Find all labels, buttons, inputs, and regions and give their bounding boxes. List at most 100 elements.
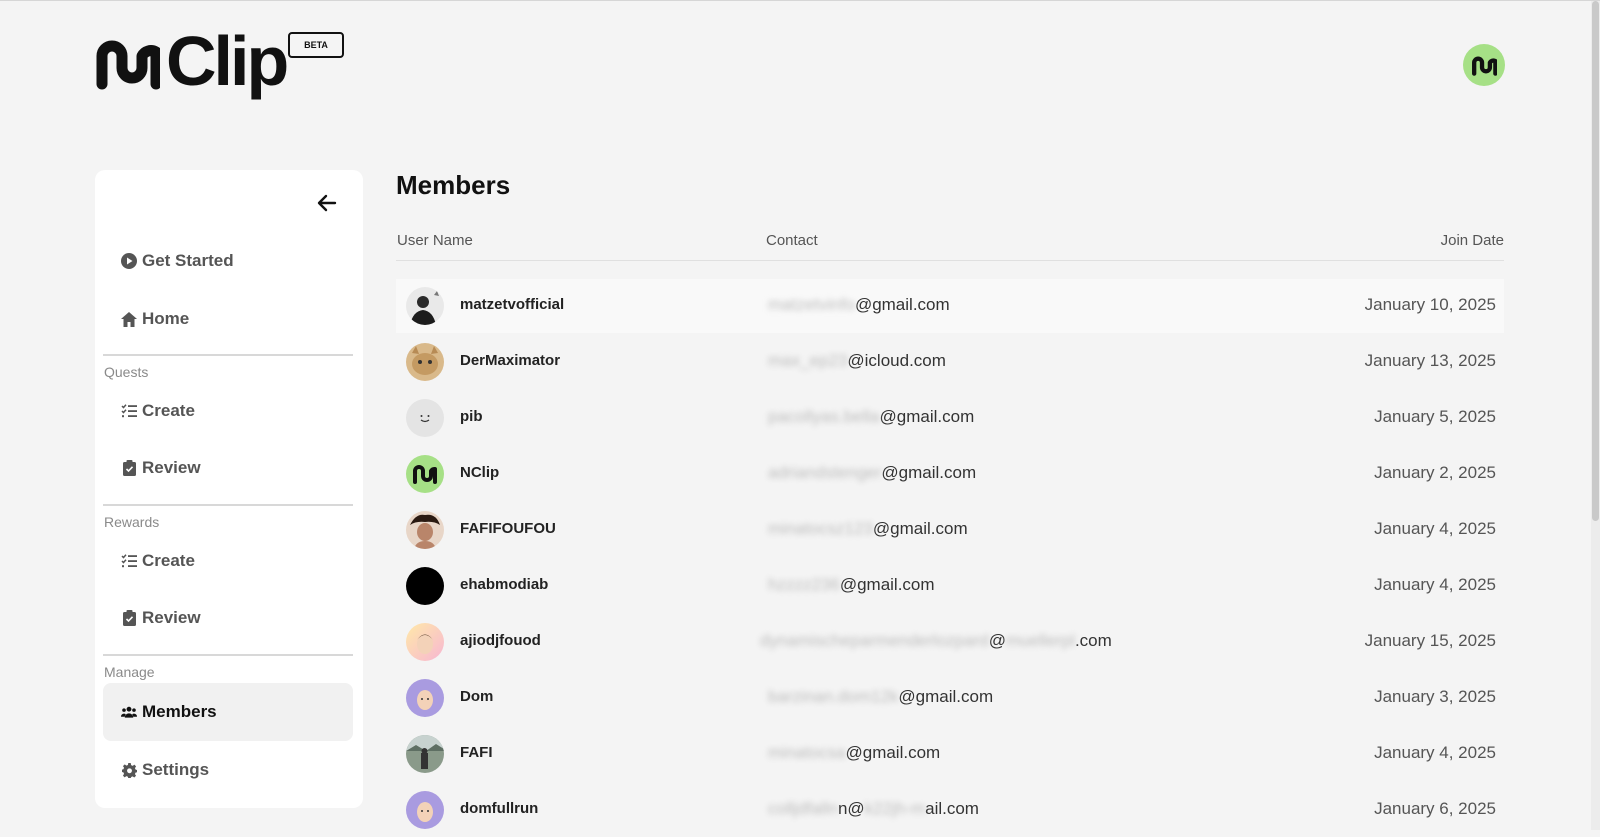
user-avatar bbox=[406, 735, 444, 773]
gear-icon bbox=[121, 762, 137, 778]
contact-redacted: barzinan.dom12k bbox=[768, 687, 899, 706]
divider bbox=[103, 504, 353, 506]
contact-redacted: max_ep23 bbox=[768, 351, 848, 370]
username: pib bbox=[460, 408, 483, 425]
nav-quests-review[interactable]: Review bbox=[103, 440, 353, 496]
contact-redacted: k22jh-m bbox=[864, 799, 926, 818]
contact-domain: @icloud.com bbox=[847, 351, 946, 370]
divider bbox=[103, 654, 353, 656]
contact-email: colljdfallnn@k22jh-mail.com bbox=[768, 799, 979, 819]
user-avatar bbox=[406, 679, 444, 717]
table-row[interactable]: domfullrun colljdfallnn@k22jh-mail.com J… bbox=[396, 783, 1504, 837]
contact-email: pacollyas.bella@gmail.com bbox=[768, 407, 974, 427]
collapse-sidebar-button[interactable] bbox=[317, 194, 337, 212]
join-date: January 4, 2025 bbox=[1374, 519, 1496, 538]
join-date: January 10, 2025 bbox=[1364, 295, 1496, 314]
nav-label: Review bbox=[142, 608, 201, 627]
contact-domain: @gmail.com bbox=[839, 575, 935, 594]
contact-email: hzzzz236@gmail.com bbox=[768, 575, 935, 595]
table-row[interactable]: ehabmodiab hzzzz236@gmail.com January 4,… bbox=[396, 559, 1504, 613]
column-header-username[interactable]: User Name bbox=[397, 232, 473, 249]
beta-badge: BETA bbox=[288, 32, 344, 58]
contact-email: minatocsa@gmail.com bbox=[768, 743, 940, 763]
username: ajiodjfouod bbox=[460, 632, 541, 649]
table-row[interactable]: matzetvofficial matzetvinfo@gmail.com Ja… bbox=[396, 279, 1504, 333]
join-date: January 4, 2025 bbox=[1374, 743, 1496, 762]
column-header-join-date[interactable]: Join Date bbox=[1441, 232, 1504, 249]
scrollbar-thumb[interactable] bbox=[1592, 1, 1599, 521]
arrow-left-icon bbox=[317, 194, 337, 212]
app-logo[interactable]: Clip bbox=[94, 22, 289, 100]
table-row[interactable]: NClip adriandstenger@gmail.com January 2… bbox=[396, 447, 1504, 501]
page-title: Members bbox=[396, 170, 511, 200]
sidebar: Get Started Home Quests Create Review Re… bbox=[95, 170, 363, 808]
username: NClip bbox=[460, 464, 500, 481]
divider bbox=[103, 354, 353, 356]
list-check-icon bbox=[121, 403, 137, 419]
username: Dom bbox=[460, 688, 494, 705]
username: domfullrun bbox=[460, 800, 539, 817]
table-row[interactable]: pib pacollyas.bella@gmail.com January 5,… bbox=[396, 391, 1504, 445]
page-scrollbar[interactable] bbox=[1591, 1, 1600, 830]
contact-domain: n@ bbox=[837, 799, 865, 818]
join-date: January 2, 2025 bbox=[1374, 463, 1496, 482]
play-circle-icon bbox=[121, 253, 137, 269]
contact-redacted: hzzzz236 bbox=[768, 575, 840, 594]
nav-label: Settings bbox=[142, 760, 210, 779]
nav-members[interactable]: Members bbox=[103, 683, 353, 741]
table-row[interactable]: FAFIFOUFOU minatocsz123@gmail.com Januar… bbox=[396, 503, 1504, 557]
contact-redacted: dynamischeparmenderlozpard bbox=[760, 631, 989, 650]
contact-email: barzinan.dom12k@gmail.com bbox=[768, 687, 993, 707]
user-avatar bbox=[406, 791, 444, 829]
nav-home[interactable]: Home bbox=[103, 291, 353, 347]
contact-redacted: matzetvinfo bbox=[768, 295, 855, 314]
table-row[interactable]: FAFI minatocsa@gmail.com January 4, 2025 bbox=[396, 727, 1504, 781]
contact-redacted: colljdfalln bbox=[768, 799, 838, 818]
table-row[interactable]: Dom barzinan.dom12k@gmail.com January 3,… bbox=[396, 671, 1504, 725]
nav-rewards-create[interactable]: Create bbox=[103, 533, 353, 589]
contact-email: minatocsz123@gmail.com bbox=[768, 519, 968, 539]
join-date: January 6, 2025 bbox=[1374, 799, 1496, 818]
contact-domain: .com bbox=[1074, 631, 1112, 650]
clipboard-check-icon bbox=[121, 610, 137, 626]
nav-rewards-review[interactable]: Review bbox=[103, 590, 353, 646]
top-border bbox=[0, 0, 1600, 1]
logo-text: Clip bbox=[166, 22, 289, 100]
clip-logo-icon bbox=[1472, 56, 1497, 76]
username: ehabmodiab bbox=[460, 576, 549, 593]
join-date: January 3, 2025 bbox=[1374, 687, 1496, 706]
column-header-contact[interactable]: Contact bbox=[766, 232, 818, 249]
contact-domain: @gmail.com bbox=[872, 519, 968, 538]
nav-label: Members bbox=[142, 702, 217, 721]
user-avatar bbox=[406, 287, 444, 325]
join-date: January 4, 2025 bbox=[1374, 575, 1496, 594]
username: DerMaximator bbox=[460, 352, 561, 369]
table-row[interactable]: DerMaximator max_ep23@icloud.com January… bbox=[396, 335, 1504, 389]
contact-domain: @ bbox=[988, 631, 1006, 650]
section-quests: Quests bbox=[104, 364, 149, 380]
nav-label: Create bbox=[142, 401, 195, 420]
table-header: User Name Contact Join Date bbox=[396, 230, 1504, 261]
contact-redacted: minatocsz123 bbox=[768, 519, 873, 538]
table-row[interactable]: ajiodjfouod dynamischeparmenderlozpard@m… bbox=[396, 615, 1504, 669]
contact-domain: ail.com bbox=[925, 799, 979, 818]
nav-settings[interactable]: Settings bbox=[103, 742, 353, 798]
clipboard-check-icon bbox=[121, 460, 137, 476]
nav-quests-create[interactable]: Create bbox=[103, 383, 353, 439]
username: FAFIFOUFOU bbox=[460, 520, 556, 537]
contact-redacted: pacollyas.bella bbox=[768, 407, 880, 426]
user-avatar bbox=[406, 511, 444, 549]
nav-get-started[interactable]: Get Started bbox=[103, 233, 353, 289]
list-check-icon bbox=[121, 553, 137, 569]
contact-email: adriandstenger@gmail.com bbox=[768, 463, 976, 483]
nav-label: Home bbox=[142, 309, 190, 328]
users-icon bbox=[121, 704, 137, 720]
user-avatar bbox=[406, 399, 444, 437]
home-icon bbox=[121, 311, 137, 327]
profile-avatar[interactable] bbox=[1463, 44, 1505, 86]
nav-label: Get Started bbox=[142, 251, 234, 270]
contact-email: dynamischeparmenderlozpard@muellerpl.com bbox=[760, 631, 1112, 651]
contact-redacted: adriandstenger bbox=[768, 463, 882, 482]
join-date: January 15, 2025 bbox=[1364, 631, 1496, 650]
section-rewards: Rewards bbox=[104, 514, 160, 530]
